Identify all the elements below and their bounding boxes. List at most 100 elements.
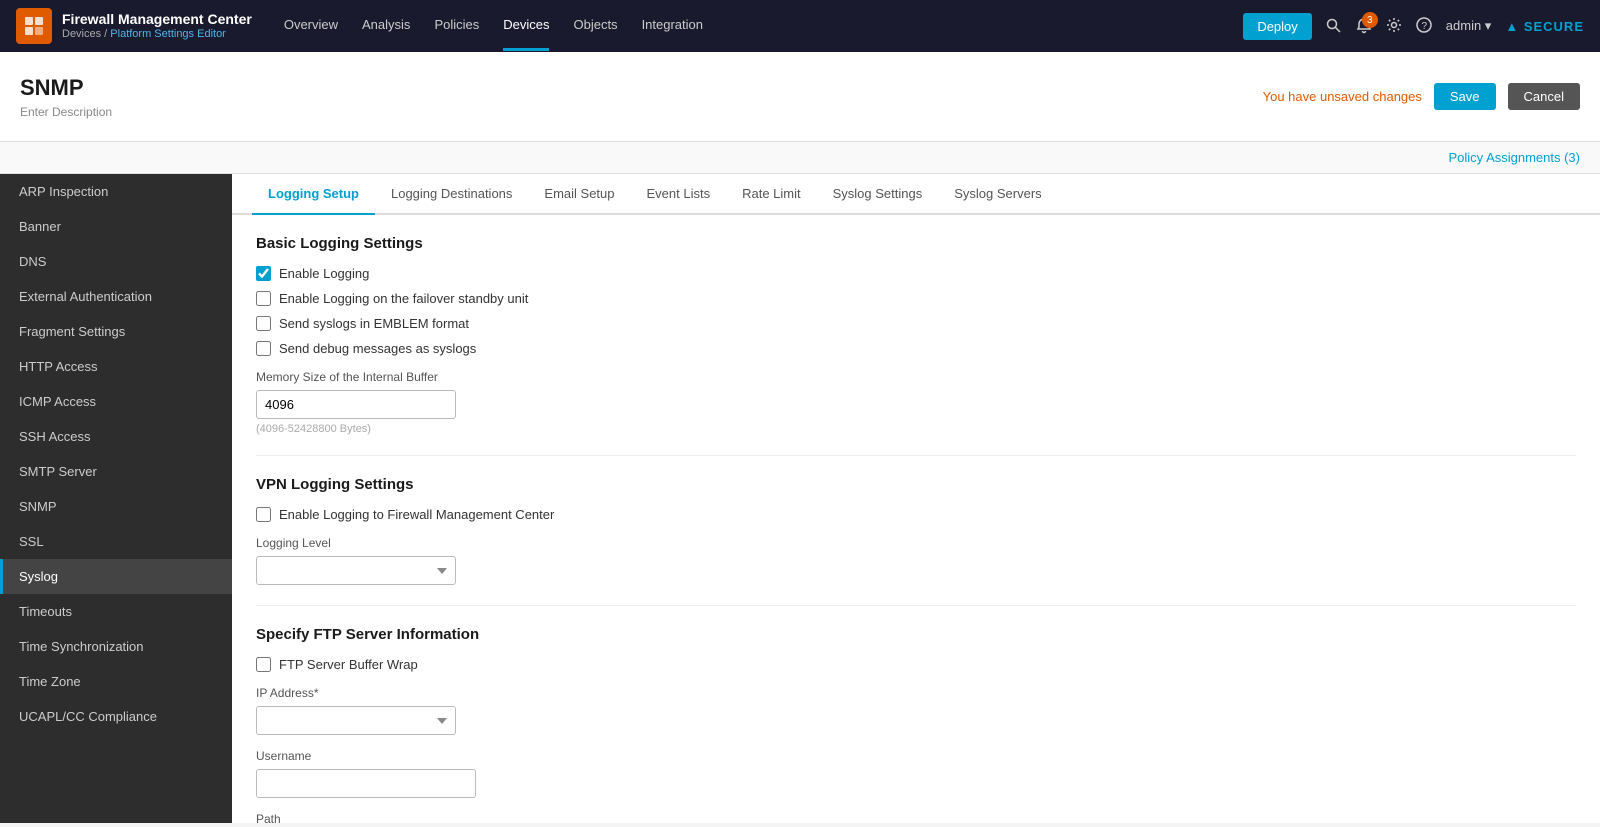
ftp-server-title: Specify FTP Server Information (256, 626, 1576, 643)
main-layout: ARP Inspection Banner DNS External Authe… (0, 174, 1600, 823)
ip-address-dropdown[interactable] (256, 706, 456, 735)
unsaved-changes-msg: You have unsaved changes (1263, 89, 1422, 104)
policy-assignments-bar: Policy Assignments (3) (0, 142, 1600, 174)
sidebar-item-fragment-settings[interactable]: Fragment Settings (0, 314, 232, 349)
sidebar-item-external-auth[interactable]: External Authentication (0, 279, 232, 314)
settings-icon[interactable] (1386, 17, 1402, 36)
search-icon-area[interactable] (1326, 18, 1342, 34)
tab-rate-limit[interactable]: Rate Limit (726, 174, 817, 215)
logging-level-dropdown[interactable] (256, 556, 456, 585)
logo-area: Firewall Management Center Devices / Pla… (16, 8, 252, 44)
nav-item-analysis[interactable]: Analysis (362, 1, 410, 51)
cancel-button[interactable]: Cancel (1508, 83, 1580, 110)
deploy-button[interactable]: Deploy (1243, 13, 1311, 40)
sidebar-item-ssh-access[interactable]: SSH Access (0, 419, 232, 454)
app-title: Firewall Management Center (62, 11, 252, 28)
checkbox-row-debug: Send debug messages as syslogs (256, 341, 1576, 356)
checkbox-row-fmc-logging: Enable Logging to Firewall Management Ce… (256, 507, 1576, 522)
vpn-logging-title: VPN Logging Settings (256, 476, 1576, 493)
cisco-logo: ▲ SECURE (1505, 19, 1584, 34)
app-subtitle: Devices / Platform Settings Editor (62, 28, 252, 41)
basic-logging-title: Basic Logging Settings (256, 235, 1576, 252)
admin-label[interactable]: admin ▾ (1446, 18, 1492, 34)
logging-level-label: Logging Level (256, 536, 1576, 550)
sidebar-item-snmp[interactable]: SNMP (0, 489, 232, 524)
path-label: Path (256, 812, 1576, 823)
svg-text:?: ? (1421, 21, 1427, 32)
subtitle-prefix: Devices (62, 28, 101, 40)
enable-logging-checkbox[interactable] (256, 266, 271, 281)
app-logo-icon (16, 8, 52, 44)
enable-logging-failover-checkbox[interactable] (256, 291, 271, 306)
tab-logging-setup[interactable]: Logging Setup (252, 174, 375, 215)
section-divider-1 (256, 455, 1576, 456)
section-divider-2 (256, 605, 1576, 606)
content-area: Logging Setup Logging Destinations Email… (232, 174, 1600, 823)
tab-event-lists[interactable]: Event Lists (631, 174, 727, 215)
enable-logging-label[interactable]: Enable Logging (279, 266, 369, 281)
checkbox-row-enable-logging: Enable Logging (256, 266, 1576, 281)
sidebar-item-arp-inspection[interactable]: ARP Inspection (0, 174, 232, 209)
buffer-label: Memory Size of the Internal Buffer (256, 370, 1576, 384)
path-field-group: Path (256, 812, 1576, 823)
sidebar-item-dns[interactable]: DNS (0, 244, 232, 279)
page-header-left: SNMP Enter Description (20, 75, 112, 119)
ftp-buffer-wrap-checkbox[interactable] (256, 657, 271, 672)
right-actions: Deploy 3 ? admin ▾ (1243, 13, 1584, 40)
checkbox-row-ftp-wrap: FTP Server Buffer Wrap (256, 657, 1576, 672)
nav-item-integration[interactable]: Integration (642, 1, 703, 51)
send-syslogs-emblem-label[interactable]: Send syslogs in EMBLEM format (279, 316, 469, 331)
username-field-group: Username (256, 749, 1576, 798)
send-debug-syslogs-label[interactable]: Send debug messages as syslogs (279, 341, 476, 356)
tab-logging-destinations[interactable]: Logging Destinations (375, 174, 528, 215)
tab-syslog-servers[interactable]: Syslog Servers (938, 174, 1057, 215)
sidebar-item-banner[interactable]: Banner (0, 209, 232, 244)
checkbox-row-failover: Enable Logging on the failover standby u… (256, 291, 1576, 306)
page-description: Enter Description (20, 105, 112, 119)
page-title: SNMP (20, 75, 112, 101)
enable-logging-failover-label[interactable]: Enable Logging on the failover standby u… (279, 291, 528, 306)
page-header-right: You have unsaved changes Save Cancel (1263, 83, 1580, 110)
checkbox-row-emblem: Send syslogs in EMBLEM format (256, 316, 1576, 331)
tab-bar: Logging Setup Logging Destinations Email… (232, 174, 1600, 215)
sidebar-item-time-sync[interactable]: Time Synchronization (0, 629, 232, 664)
enable-fmc-logging-checkbox[interactable] (256, 507, 271, 522)
username-label: Username (256, 749, 1576, 763)
tab-syslog-settings[interactable]: Syslog Settings (817, 174, 939, 215)
logo-text: Firewall Management Center Devices / Pla… (62, 11, 252, 41)
send-debug-syslogs-checkbox[interactable] (256, 341, 271, 356)
ip-address-field-group: IP Address* (256, 686, 1576, 735)
sidebar-item-http-access[interactable]: HTTP Access (0, 349, 232, 384)
ip-address-label: IP Address* (256, 686, 1576, 700)
buffer-value-input[interactable] (256, 390, 456, 419)
sidebar: ARP Inspection Banner DNS External Authe… (0, 174, 232, 823)
ftp-buffer-wrap-label[interactable]: FTP Server Buffer Wrap (279, 657, 418, 672)
username-input[interactable] (256, 769, 476, 798)
sidebar-item-icmp-access[interactable]: ICMP Access (0, 384, 232, 419)
enable-fmc-logging-label[interactable]: Enable Logging to Firewall Management Ce… (279, 507, 554, 522)
top-nav: Firewall Management Center Devices / Pla… (0, 0, 1600, 52)
main-nav: Overview Analysis Policies Devices Objec… (284, 1, 1243, 51)
buffer-field-group: Memory Size of the Internal Buffer (4096… (256, 370, 1576, 435)
sidebar-item-time-zone[interactable]: Time Zone (0, 664, 232, 699)
help-icon[interactable]: ? (1416, 17, 1432, 36)
send-syslogs-emblem-checkbox[interactable] (256, 316, 271, 331)
sidebar-item-ucapl[interactable]: UCAPL/CC Compliance (0, 699, 232, 734)
content-body: Basic Logging Settings Enable Logging En… (232, 215, 1600, 823)
nav-item-devices[interactable]: Devices (503, 1, 549, 51)
sidebar-item-timeouts[interactable]: Timeouts (0, 594, 232, 629)
page-header: SNMP Enter Description You have unsaved … (0, 52, 1600, 142)
tab-email-setup[interactable]: Email Setup (528, 174, 630, 215)
notification-badge: 3 (1362, 12, 1378, 28)
sidebar-item-syslog[interactable]: Syslog (0, 559, 232, 594)
subtitle-link[interactable]: Platform Settings Editor (110, 28, 226, 40)
nav-item-objects[interactable]: Objects (573, 1, 617, 51)
nav-item-overview[interactable]: Overview (284, 1, 338, 51)
notification-icon-area[interactable]: 3 (1356, 18, 1372, 34)
nav-item-policies[interactable]: Policies (434, 1, 479, 51)
sidebar-item-ssl[interactable]: SSL (0, 524, 232, 559)
policy-assignments-link[interactable]: Policy Assignments (3) (1449, 150, 1581, 165)
logging-level-field-group: Logging Level (256, 536, 1576, 585)
save-button[interactable]: Save (1434, 83, 1496, 110)
sidebar-item-smtp-server[interactable]: SMTP Server (0, 454, 232, 489)
